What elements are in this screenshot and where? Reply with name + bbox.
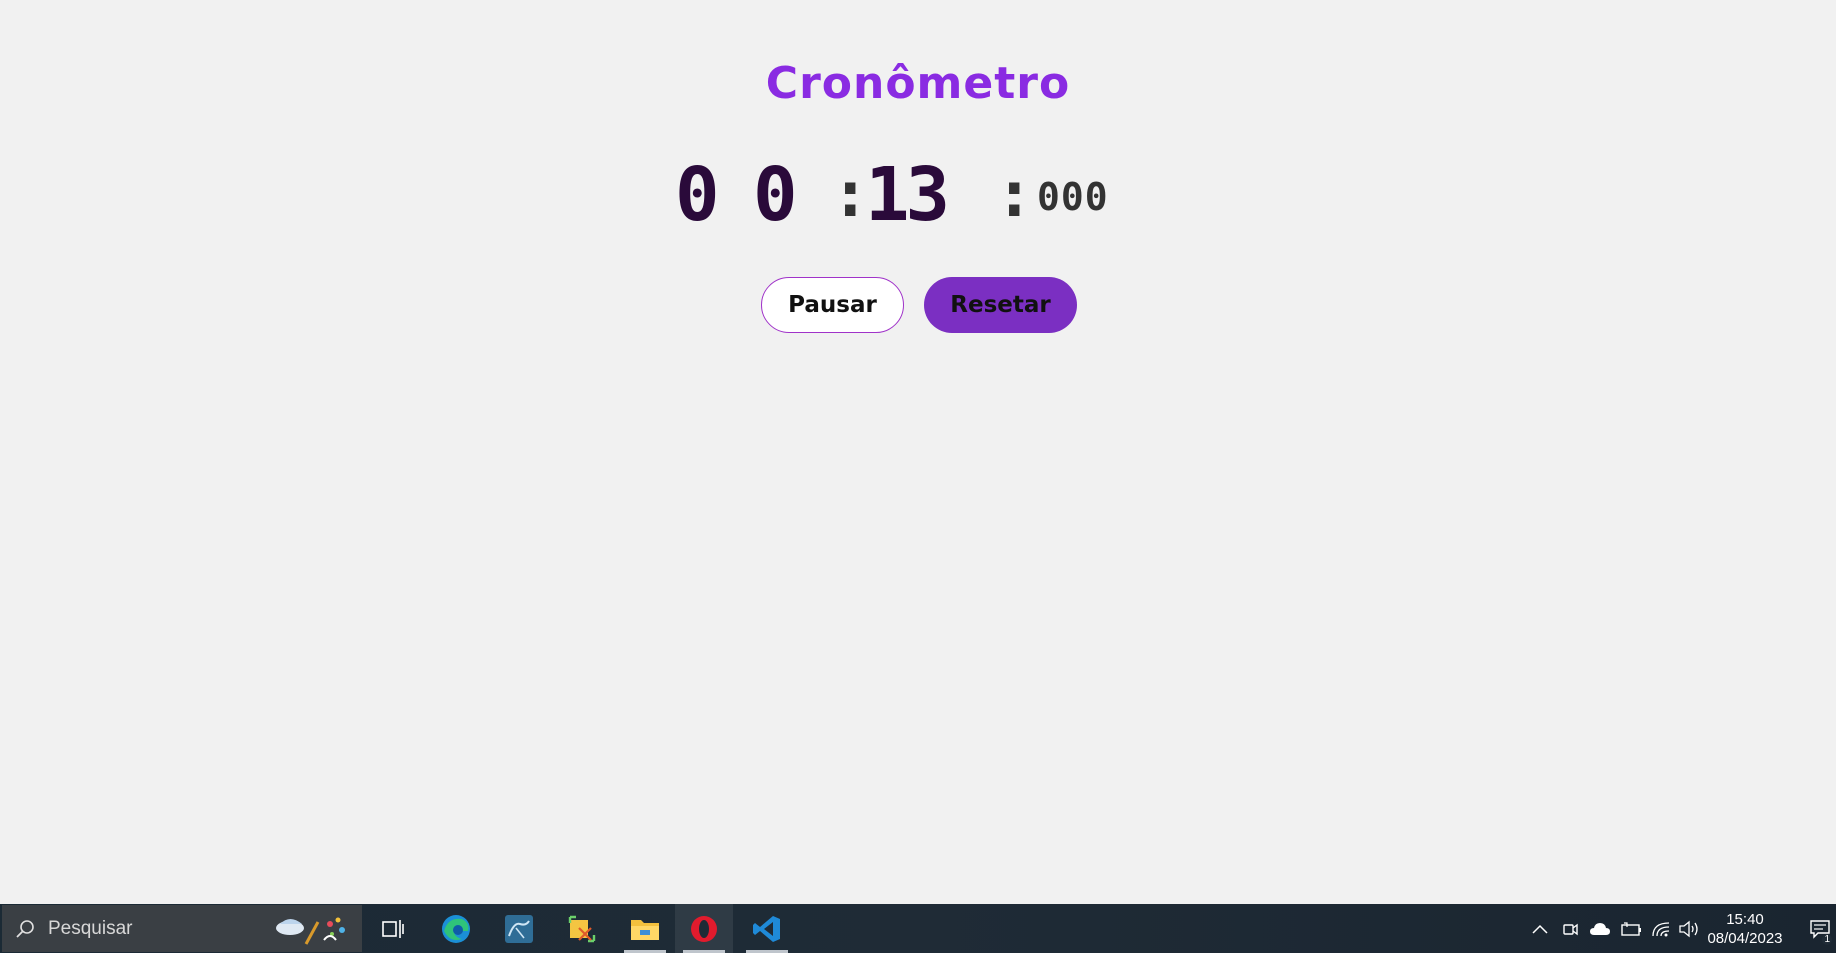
meet-now-icon <box>1563 923 1578 935</box>
taskbar-vscode[interactable] <box>738 904 796 953</box>
search-highlight-illustration <box>272 910 352 948</box>
volume-icon <box>1679 920 1698 937</box>
onedrive-icon <box>1590 922 1610 935</box>
milliseconds: 000 <box>1037 175 1109 219</box>
task-view-icon <box>382 919 404 938</box>
separator-colon: : <box>995 158 1034 232</box>
tray-meet-now[interactable] <box>1558 904 1582 953</box>
notification-center-button[interactable]: 1 <box>1806 904 1834 953</box>
browser-viewport: Cronômetro 0 0 : 13 : 000 Pausar Resetar… <box>0 0 1836 953</box>
tray-battery[interactable] <box>1618 904 1644 953</box>
search-placeholder: Pesquisar <box>48 917 133 939</box>
minutes-ones: 0 <box>753 152 798 238</box>
vscode-icon <box>753 915 780 942</box>
battery-icon <box>1621 921 1641 936</box>
page-title: Cronômetro <box>765 58 1071 109</box>
edge-icon <box>442 914 470 943</box>
taskbar-file-explorer[interactable] <box>616 904 674 953</box>
taskbar-opera[interactable] <box>675 904 733 953</box>
tray-volume[interactable] <box>1676 904 1702 953</box>
taskbar-edge[interactable] <box>427 904 485 953</box>
opera-icon <box>691 915 717 942</box>
windows-taskbar: Pesquisar 15:40 08/04/2023 1 <box>0 904 1836 953</box>
pause-button[interactable]: Pausar <box>761 277 904 333</box>
show-hidden-icons-button[interactable] <box>1528 904 1552 953</box>
minutes-tens: 0 <box>675 152 720 238</box>
taskbar-clock[interactable]: 15:40 08/04/2023 <box>1700 910 1790 948</box>
wifi-icon <box>1652 921 1670 936</box>
taskbar-mysql-workbench[interactable] <box>490 904 548 953</box>
clock-time: 15:40 <box>1726 911 1764 928</box>
mysql-workbench-icon <box>505 914 533 943</box>
reset-button[interactable]: Resetar <box>924 277 1077 333</box>
snip-tool-icon <box>568 915 596 942</box>
task-view-button[interactable] <box>364 904 422 953</box>
tray-wifi[interactable] <box>1648 904 1674 953</box>
tray-onedrive[interactable] <box>1586 904 1614 953</box>
taskbar-snip-tool[interactable] <box>553 904 611 953</box>
notification-count-badge: 1 <box>1822 934 1832 945</box>
seconds: 13 <box>865 152 950 238</box>
chevron-up-icon <box>1532 924 1548 934</box>
separator-colon: : <box>831 158 870 232</box>
taskbar-search-box[interactable]: Pesquisar <box>2 905 362 952</box>
file-explorer-icon <box>631 919 659 940</box>
clock-date: 08/04/2023 <box>1707 930 1783 947</box>
search-icon <box>2 905 48 952</box>
